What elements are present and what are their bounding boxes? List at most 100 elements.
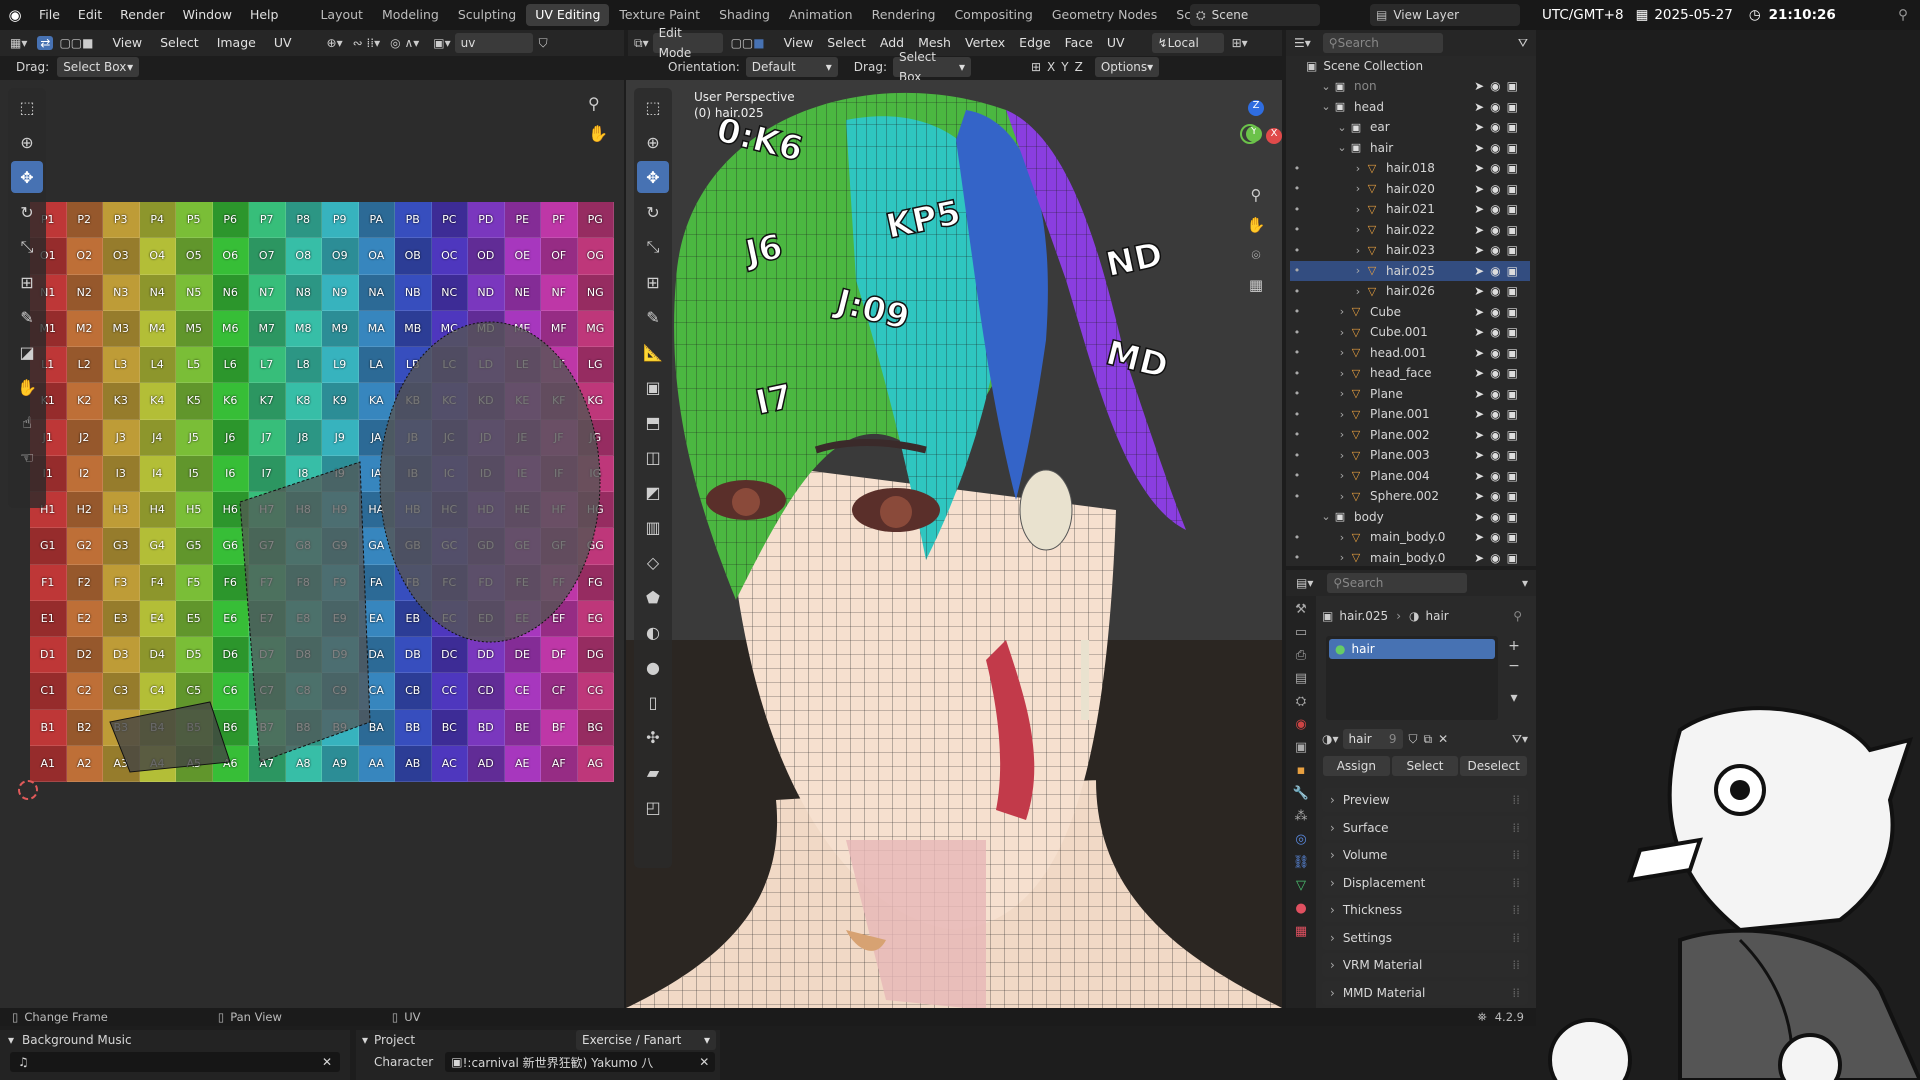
world-tab-icon[interactable]: ◉: [1295, 717, 1306, 732]
loop-cut-tool-icon[interactable]: ▥: [637, 511, 669, 543]
outliner-search[interactable]: ⚲ Search: [1322, 33, 1443, 53]
image-browse-icon[interactable]: ▣▾: [433, 36, 450, 50]
extrude-tool-icon[interactable]: ⬒: [637, 406, 669, 438]
panel-settings[interactable]: › Settings ⁞⁞: [1322, 925, 1528, 950]
expand-chevron-icon[interactable]: ›: [1336, 305, 1348, 318]
drag-handle-icon[interactable]: ⁞⁞: [1512, 821, 1520, 835]
transform-space-selector[interactable]: ↯ Local: [1151, 33, 1224, 53]
axis-y-toggle[interactable]: Y: [1061, 60, 1068, 74]
menu-file[interactable]: File: [30, 0, 69, 30]
inset-tool-icon[interactable]: ◫: [637, 441, 669, 473]
vp-ortho-icon[interactable]: ▦: [1244, 270, 1268, 300]
outliner-row-mesh[interactable]: • › ▽ hair.018 ➤◉▣: [1290, 158, 1530, 178]
menu-render[interactable]: Render: [111, 0, 174, 30]
properties-search[interactable]: ⚲ Search: [1327, 573, 1468, 593]
duplicate-material-icon[interactable]: ⧉: [1424, 732, 1433, 747]
outliner-row-mesh[interactable]: • › ▽ Cube ➤◉▣: [1290, 302, 1530, 322]
camera-icon[interactable]: ▣: [1507, 264, 1524, 278]
material-slot-hair[interactable]: ● hair: [1329, 639, 1495, 659]
particles-tab-icon[interactable]: ⁂: [1295, 809, 1308, 824]
camera-icon[interactable]: ▣: [1507, 428, 1524, 442]
vp-transform-tool-icon[interactable]: ⊞: [637, 266, 669, 298]
outliner-row-mesh[interactable]: • › ▽ head_face ➤◉▣: [1290, 363, 1530, 383]
menu-window[interactable]: Window: [174, 0, 241, 30]
expand-chevron-icon[interactable]: ›: [1352, 162, 1364, 175]
collection-tab-icon[interactable]: ▣: [1295, 740, 1307, 755]
camera-icon[interactable]: ▣: [1507, 530, 1524, 544]
view-layer-selector[interactable]: ▤ View Layer: [1370, 4, 1520, 26]
drag-handle-icon[interactable]: ⁞⁞: [1512, 958, 1520, 972]
camera-icon[interactable]: ▣: [1507, 100, 1524, 114]
uv-menu-select[interactable]: Select: [151, 30, 208, 56]
annotate-tool-icon[interactable]: ✎: [11, 301, 43, 333]
camera-icon[interactable]: ▣: [1507, 243, 1524, 257]
drag-handle-icon[interactable]: ⁞⁞: [1512, 848, 1520, 862]
panel-preview[interactable]: › Preview ⁞⁞: [1322, 788, 1528, 812]
expand-chevron-icon[interactable]: ›: [1352, 285, 1364, 298]
material-name-field[interactable]: hair 9: [1342, 729, 1403, 749]
select-arrow-icon[interactable]: ➤: [1474, 100, 1490, 114]
view-layer-tab-icon[interactable]: ▤: [1295, 671, 1307, 686]
eye-icon[interactable]: ◉: [1490, 469, 1506, 483]
camera-icon[interactable]: ▣: [1507, 510, 1524, 524]
camera-icon[interactable]: ▣: [1507, 489, 1524, 503]
viewport-menu-uv[interactable]: UV: [1100, 30, 1132, 56]
eye-icon[interactable]: ◉: [1490, 79, 1506, 93]
camera-icon[interactable]: ▣: [1507, 346, 1524, 360]
outliner-row-mesh[interactable]: • › ▽ Plane ➤◉▣: [1290, 384, 1530, 404]
eye-icon[interactable]: ◉: [1490, 448, 1506, 462]
outliner-row-mesh[interactable]: • › ▽ hair.022 ➤◉▣: [1290, 220, 1530, 240]
bgm-field[interactable]: ♫ ✕: [10, 1052, 340, 1072]
camera-icon[interactable]: ▣: [1507, 223, 1524, 237]
camera-icon[interactable]: ▣: [1507, 284, 1524, 298]
expand-chevron-icon[interactable]: ⌄: [1336, 141, 1348, 154]
zoom-icon[interactable]: ⚲: [588, 94, 600, 113]
fake-user-shield-icon[interactable]: ⛉: [1409, 732, 1418, 747]
mirror-icon[interactable]: ⊞: [1031, 60, 1041, 74]
viewport-menu-select[interactable]: Select: [820, 30, 873, 56]
expand-chevron-icon[interactable]: ⌄: [1320, 80, 1332, 93]
eye-icon[interactable]: ◉: [1490, 182, 1506, 196]
drag-handle-icon[interactable]: ⁞⁞: [1512, 903, 1520, 917]
scene-selector[interactable]: ⛭ Scene: [1190, 4, 1320, 26]
select-arrow-icon[interactable]: ➤: [1474, 469, 1490, 483]
character-field[interactable]: ▣ !:carnival 新世界狂歓) Yakumo 八 ✕: [445, 1052, 716, 1072]
outliner-type-icon[interactable]: ☰▾: [1294, 36, 1311, 50]
tool-tab-icon[interactable]: ⚒: [1295, 602, 1307, 617]
orientation-selector[interactable]: Default ▾: [745, 57, 838, 77]
expand-chevron-icon[interactable]: ›: [1336, 408, 1348, 421]
viewport-menu-face[interactable]: Face: [1058, 30, 1100, 56]
mesh-select-mode-icons[interactable]: ▢▢■: [731, 36, 765, 50]
gizmo-z[interactable]: Z: [1248, 100, 1264, 116]
expand-chevron-icon[interactable]: ›: [1336, 531, 1348, 544]
select-arrow-icon[interactable]: ➤: [1474, 387, 1490, 401]
select-arrow-icon[interactable]: ➤: [1474, 407, 1490, 421]
viewport-editor-type-icon[interactable]: ⧉▾: [634, 36, 649, 51]
select-arrow-icon[interactable]: ➤: [1474, 428, 1490, 442]
vp-cursor-tool-icon[interactable]: ⊕: [637, 126, 669, 158]
eye-icon[interactable]: ◉: [1490, 387, 1506, 401]
expand-chevron-icon[interactable]: ⌄: [1320, 510, 1332, 523]
eye-icon[interactable]: ◉: [1490, 489, 1506, 503]
outliner-row-collection[interactable]: ⌄ ▣ ear ➤◉▣: [1290, 117, 1530, 137]
physics-tab-icon[interactable]: ◎: [1295, 832, 1306, 847]
select-arrow-icon[interactable]: ➤: [1474, 79, 1490, 93]
outliner-row-collection[interactable]: ⌄ ▣ body ➤◉▣: [1290, 507, 1530, 527]
poly-build-tool-icon[interactable]: ⬟: [637, 581, 669, 613]
vp-pan-icon[interactable]: ✋: [1244, 210, 1268, 240]
select-arrow-icon[interactable]: ➤: [1474, 161, 1490, 175]
camera-icon[interactable]: ▣: [1507, 366, 1524, 380]
uv-menu-uv[interactable]: UV: [265, 30, 301, 56]
slot-menu-icon[interactable]: ▾: [1504, 688, 1524, 708]
outliner-row-mesh[interactable]: • › ▽ Plane.001 ➤◉▣: [1290, 404, 1530, 424]
pan-hand-icon[interactable]: ✋: [588, 124, 608, 143]
drag-handle-icon[interactable]: ⁞⁞: [1512, 876, 1520, 890]
uv-menu-image[interactable]: Image: [208, 30, 265, 56]
expand-chevron-icon[interactable]: ›: [1352, 264, 1364, 277]
vp-drag-select[interactable]: Select Box ▾: [892, 50, 971, 84]
select-arrow-icon[interactable]: ➤: [1474, 510, 1490, 524]
scale-tool-icon[interactable]: ⤡: [11, 231, 43, 263]
gizmo-x[interactable]: X: [1266, 128, 1282, 144]
add-cube-tool-icon[interactable]: ▣: [637, 371, 669, 403]
select-arrow-icon[interactable]: ➤: [1474, 448, 1490, 462]
